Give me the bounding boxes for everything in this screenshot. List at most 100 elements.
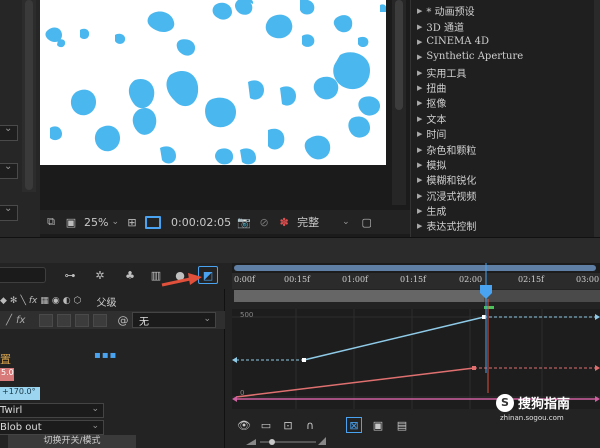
project-scrollbar-thumb[interactable]: [25, 0, 33, 190]
ruler-tick-label: 00:15f: [284, 275, 311, 284]
timeline-header: [0, 237, 600, 263]
effect-category-label: 扭曲: [426, 84, 447, 95]
effect-category[interactable]: ▶ 沉浸式视频: [417, 188, 476, 204]
shy-switch-icon[interactable]: ◆: [0, 296, 7, 306]
work-area-bar[interactable]: [234, 290, 484, 302]
expand-triangle-icon: ▶: [417, 145, 423, 154]
draft-3d-icon[interactable]: ✲: [90, 266, 110, 284]
transform-box-icon[interactable]: ⊡: [280, 417, 296, 433]
effect-category-label: Synthetic Aperture: [426, 51, 524, 62]
dropdown-value: Twirl: [0, 405, 23, 416]
adjustment-switch-icon[interactable]: ◐: [63, 296, 71, 306]
expand-triangle-icon: ▶: [417, 129, 423, 138]
color-wheel-icon[interactable]: ✽: [277, 216, 291, 229]
snap-icon[interactable]: ∩: [302, 417, 318, 433]
expand-triangle-icon: ▶: [417, 52, 423, 61]
project-dropdown[interactable]: [0, 161, 18, 179]
quality-icon[interactable]: ╱: [6, 315, 12, 326]
always-preview-icon[interactable]: ⧉: [44, 215, 58, 229]
effects-scrollbar[interactable]: [594, 0, 600, 237]
chevron-down-icon: ⌄: [111, 217, 119, 227]
pickwhip-icon[interactable]: @: [117, 314, 128, 327]
effect-category-label: 3D 通道: [426, 23, 464, 34]
quality-switch-icon[interactable]: ╲: [20, 296, 25, 306]
viewer-scrollbar-thumb[interactable]: [395, 0, 403, 110]
grid-guide-icon[interactable]: ⊞: [125, 216, 139, 229]
work-area-remainder: [484, 290, 600, 302]
expand-triangle-icon: ▶: [417, 6, 423, 15]
property-value-angle[interactable]: +170.0°: [0, 387, 40, 400]
current-time[interactable]: 0:00:02:05: [171, 216, 231, 229]
effect-category[interactable]: ▶ 时间: [417, 126, 446, 142]
effect-category[interactable]: ▶ 表达式控制: [417, 218, 476, 234]
magnification-icon[interactable]: ▣: [64, 216, 78, 229]
motion-blur-switch-icon[interactable]: ◉: [52, 296, 60, 306]
twirl-mode-dropdown[interactable]: Twirl ⌄: [0, 403, 104, 418]
property-value-pink[interactable]: 5.0: [0, 368, 14, 381]
effect-switch-icon[interactable]: fx: [29, 296, 38, 306]
3d-switch-icon[interactable]: ⬡: [74, 296, 82, 306]
layer-row[interactable]: ╱ fx @ 无 ⌄: [0, 311, 225, 329]
effect-category[interactable]: ▶ Synthetic Aperture: [417, 49, 523, 64]
switch-box[interactable]: [57, 313, 72, 327]
chevron-down-icon: ⌄: [91, 421, 99, 431]
effect-category[interactable]: ▶ 模拟: [417, 157, 446, 173]
effect-category[interactable]: ▶ 扭曲: [417, 80, 447, 96]
chevron-down-icon: ⌄: [91, 404, 99, 414]
effect-category[interactable]: ▶ 实用工具: [417, 65, 467, 81]
effect-category[interactable]: ▶ 生成: [417, 203, 446, 219]
timeline-search-input[interactable]: [0, 267, 46, 283]
ruler-tick-label: 0:00f: [234, 275, 255, 284]
chevron-down-icon: ⌄: [203, 314, 211, 324]
show-properties-icon[interactable]: 👁: [236, 417, 252, 433]
dropdown-value: Blob out: [0, 422, 42, 433]
property-link-indicator: ▪▪▪: [94, 350, 118, 361]
time-navigator-range[interactable]: [234, 265, 596, 271]
expand-triangle-icon: ▶: [417, 160, 423, 169]
fit-selection-icon[interactable]: ⊠: [346, 417, 362, 433]
channel-icon[interactable]: ⊘: [257, 216, 271, 229]
graph-y-top-label: 500: [240, 311, 253, 319]
effect-category[interactable]: ▶ 抠像: [417, 95, 447, 111]
parent-dropdown[interactable]: 无 ⌄: [132, 312, 216, 328]
ruler-tick-label: 01:15f: [400, 275, 427, 284]
composition-flowchart-icon[interactable]: ⊶: [60, 266, 80, 284]
zoom-dropdown[interactable]: 25% ⌄: [84, 216, 119, 229]
ruler-tick-label: 01:00f: [342, 275, 369, 284]
separate-dimensions-icon[interactable]: ▤: [394, 417, 410, 433]
blob-artwork: [45, 0, 386, 165]
effect-category[interactable]: ▶ 模糊和锐化: [417, 172, 477, 188]
expand-triangle-icon: ▶: [417, 22, 423, 31]
toggle-transparency-icon[interactable]: ▢: [360, 216, 374, 229]
effect-category-label: 杂色和颗粒: [426, 146, 477, 157]
expand-triangle-icon: ▶: [417, 175, 423, 184]
blob-mode-dropdown[interactable]: Blob out ⌄: [0, 420, 104, 435]
fit-all-icon[interactable]: ▣: [370, 417, 386, 433]
zoom-slider[interactable]: [246, 436, 326, 446]
effect-category[interactable]: ▶ CINEMA 4D: [417, 34, 489, 49]
effect-category[interactable]: ▶ 杂色和颗粒: [417, 142, 477, 158]
effect-category[interactable]: ▶ 3D 通道: [417, 19, 464, 35]
project-dropdown[interactable]: [0, 203, 18, 221]
composition-canvas[interactable]: [40, 0, 386, 165]
project-dropdown[interactable]: [0, 123, 18, 141]
collapse-switch-icon[interactable]: ✻: [10, 296, 18, 306]
effect-category[interactable]: ▶ 文本: [417, 111, 446, 127]
switch-box[interactable]: [75, 313, 90, 327]
effect-category-label: 抠像: [426, 99, 447, 110]
toggle-switches-modes-button[interactable]: 切换开关/模式: [8, 435, 136, 448]
shy-layers-icon[interactable]: ♣: [120, 266, 140, 284]
effect-category-label: 实用工具: [426, 69, 467, 80]
effect-category[interactable]: ▶ * 动画预设: [417, 3, 475, 19]
frame-blend-switch-icon[interactable]: ▦: [40, 296, 49, 306]
switch-box[interactable]: [93, 313, 108, 327]
expand-triangle-icon: ▶: [417, 98, 423, 107]
effect-category-label: 模糊和锐化: [426, 176, 477, 187]
expand-triangle-icon: ▶: [417, 206, 423, 215]
camera-icon[interactable]: 📷: [237, 216, 251, 229]
switch-box[interactable]: [39, 313, 54, 327]
fx-icon[interactable]: fx: [16, 315, 25, 326]
region-of-interest-icon[interactable]: [145, 215, 161, 229]
resolution-dropdown[interactable]: 完整 ⌄: [297, 214, 350, 230]
graph-type-icon[interactable]: ▭: [258, 417, 274, 433]
